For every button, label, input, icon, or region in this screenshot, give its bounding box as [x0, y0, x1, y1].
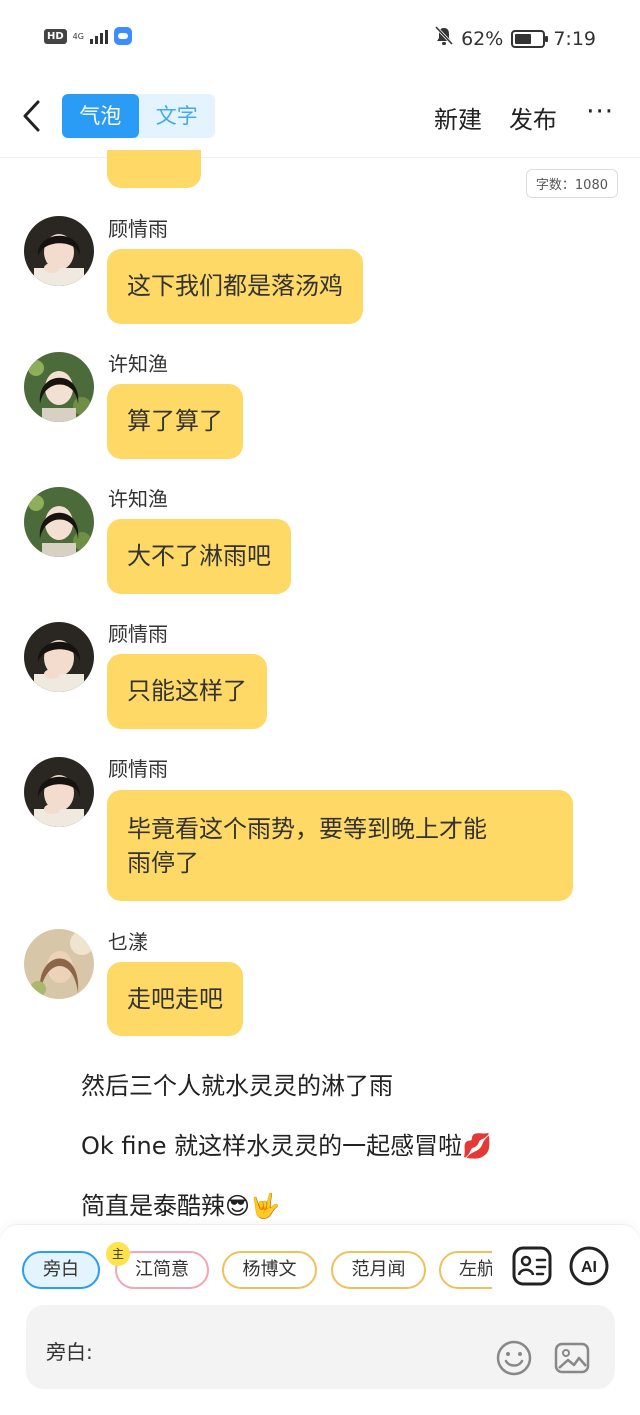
partial-message-bubble [107, 150, 201, 188]
sender-name: 许知渔 [108, 352, 168, 376]
word-count-badge: 字数：1080 [525, 169, 618, 198]
avatar-gu-qingyu[interactable] [24, 757, 94, 827]
publish-button[interactable]: 发布 [509, 100, 557, 135]
mode-bubble-tab[interactable]: 气泡 [62, 94, 139, 138]
avatar-nie-yang[interactable] [24, 929, 94, 999]
battery-icon [511, 29, 549, 48]
narration-text[interactable]: 然后三个人就水灵灵的淋了雨 [81, 1066, 393, 1101]
input-speaker-prefix: 旁白: [46, 1340, 93, 1364]
chip-narrator[interactable]: 旁白 [22, 1251, 100, 1289]
message-bubble[interactable]: 算了算了 [107, 384, 243, 459]
more-menu-icon[interactable]: ··· [586, 99, 614, 125]
message-bubble[interactable]: 毕竟看这个雨势，要等到晚上才能 雨停了 [107, 790, 573, 901]
signal-icon [89, 28, 108, 44]
avatar-gu-qingyu[interactable] [24, 622, 94, 692]
status-right: 62% 7:19 [435, 25, 596, 51]
message-line: 毕竟看这个雨势，要等到晚上才能 [127, 815, 487, 843]
message-bubble[interactable]: 只能这样了 [107, 654, 267, 729]
sender-name: 顾情雨 [108, 757, 168, 781]
battery-percent: 62% [461, 27, 504, 50]
sender-name: 乜漾 [108, 930, 148, 954]
cloud-icon [113, 27, 132, 45]
chip-zuo-hang[interactable]: 左航 [439, 1251, 492, 1289]
mode-text-tab[interactable]: 文字 [139, 94, 216, 138]
new-button[interactable]: 新建 [434, 100, 482, 135]
mode-toggle: 气泡 文字 [62, 94, 215, 138]
back-arrow-icon[interactable] [18, 96, 48, 136]
hd-badge: HD [44, 28, 67, 44]
ai-icon[interactable]: AI [568, 1245, 610, 1287]
status-left: HD 4G [44, 27, 132, 45]
sender-name: 许知渔 [108, 487, 168, 511]
clock: 7:19 [553, 27, 596, 50]
message-bubble[interactable]: 这下我们都是落汤鸡 [107, 249, 363, 324]
mute-bell-icon [435, 25, 454, 51]
narration-text[interactable]: Ok fine 就这样水灵灵的一起感冒啦💋 [81, 1126, 492, 1161]
character-chip-row[interactable]: 旁白 江简意 杨博文 范月闻 左航 [0, 1251, 492, 1291]
message-line: 雨停了 [127, 849, 199, 877]
app-header: 气泡 文字 新建 发布 ··· [0, 78, 640, 158]
avatar-xu-zhiyu[interactable] [24, 487, 94, 557]
sender-name: 顾情雨 [108, 622, 168, 646]
chip-yang-bowen[interactable]: 杨博文 [222, 1251, 317, 1289]
chip-fan-yuewen[interactable]: 范月闻 [331, 1251, 426, 1289]
message-bubble[interactable]: 大不了淋雨吧 [107, 519, 291, 594]
narration-text[interactable]: 简直是泰酷辣😎🤟 [81, 1186, 280, 1221]
emoji-icon[interactable] [495, 1339, 533, 1377]
image-icon[interactable] [553, 1339, 591, 1377]
avatar-gu-qingyu[interactable] [24, 216, 94, 286]
host-badge: 主 [106, 1242, 130, 1266]
svg-text:AI: AI [581, 1259, 597, 1276]
contact-card-icon[interactable] [511, 1245, 553, 1287]
status-bar: HD 4G 62% 7:19 [0, 0, 640, 78]
avatar-xu-zhiyu[interactable] [24, 352, 94, 422]
message-bubble[interactable]: 走吧走吧 [107, 962, 243, 1036]
sender-name: 顾情雨 [108, 217, 168, 241]
network-label: 4G [72, 31, 84, 41]
